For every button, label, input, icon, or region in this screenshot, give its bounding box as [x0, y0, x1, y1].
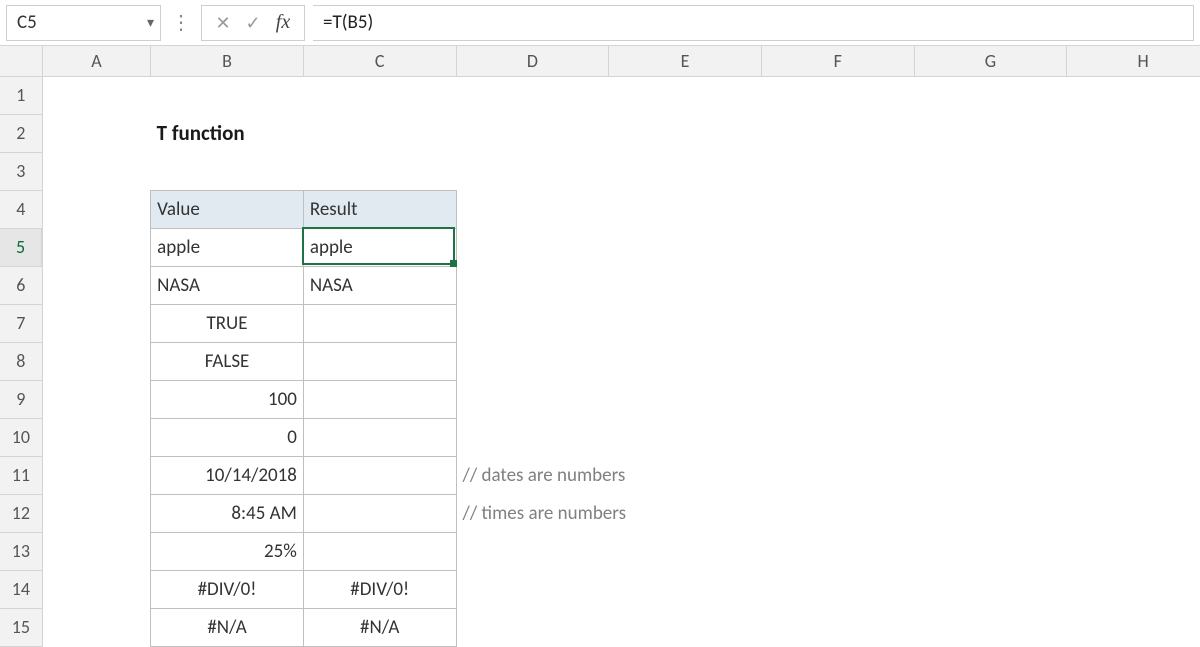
cell-C6[interactable]: NASA [303, 266, 456, 304]
fx-icon[interactable]: fx [270, 10, 296, 36]
cell-C5[interactable]: apple [303, 228, 456, 266]
row-header-3[interactable]: 3 [0, 152, 42, 190]
note-times: // times are numbers [456, 494, 914, 532]
row-10: 10 0 [0, 418, 1200, 456]
table-header-value[interactable]: Value [151, 190, 304, 228]
formula-controls: ✕ ✓ fx [201, 5, 305, 41]
cell-C10[interactable] [303, 418, 456, 456]
column-headers-row: A B C D E F G H [0, 46, 1200, 76]
formula-text: =T(B5) [323, 11, 373, 34]
enter-icon[interactable]: ✓ [240, 10, 266, 36]
row-header-4[interactable]: 4 [0, 190, 42, 228]
row-header-14[interactable]: 14 [0, 570, 42, 608]
col-header-C[interactable]: C [303, 46, 456, 76]
page-title: T function [151, 114, 456, 152]
cell-C13[interactable] [303, 532, 456, 570]
row-13: 13 25% [0, 532, 1200, 570]
cell-C9[interactable] [303, 380, 456, 418]
row-15: 15 #N/A #N/A [0, 608, 1200, 646]
row-header-11[interactable]: 11 [0, 456, 42, 494]
cell-B9[interactable]: 100 [151, 380, 304, 418]
row-header-6[interactable]: 6 [0, 266, 42, 304]
row-6: 6 NASA NASA [0, 266, 1200, 304]
cell-C15[interactable]: #N/A [303, 608, 456, 646]
cell-B7[interactable]: TRUE [151, 304, 304, 342]
col-header-E[interactable]: E [609, 46, 762, 76]
row-header-13[interactable]: 13 [0, 532, 42, 570]
row-header-5[interactable]: 5 [0, 228, 42, 266]
spreadsheet-grid[interactable]: A B C D E F G H 1 2 T function 3 [0, 46, 1200, 647]
col-header-D[interactable]: D [456, 46, 609, 76]
col-header-H[interactable]: H [1067, 46, 1200, 76]
sheet-table: A B C D E F G H 1 2 T function 3 [0, 46, 1200, 647]
col-header-F[interactable]: F [761, 46, 914, 76]
row-header-10[interactable]: 10 [0, 418, 42, 456]
col-header-B[interactable]: B [151, 46, 304, 76]
chevron-down-icon[interactable]: ▾ [147, 14, 154, 31]
row-7: 7 TRUE [0, 304, 1200, 342]
cell-B15[interactable]: #N/A [151, 608, 304, 646]
cell-B10[interactable]: 0 [151, 418, 304, 456]
cell-B8[interactable]: FALSE [151, 342, 304, 380]
row-5: 5 apple apple [0, 228, 1200, 266]
row-1: 1 [0, 76, 1200, 114]
row-14: 14 #DIV/0! #DIV/0! [0, 570, 1200, 608]
row-header-8[interactable]: 8 [0, 342, 42, 380]
cell-B6[interactable]: NASA [151, 266, 304, 304]
row-9: 9 100 [0, 380, 1200, 418]
separator-dots-icon: ⋮ [169, 10, 193, 35]
cell-B11[interactable]: 10/14/2018 [151, 456, 304, 494]
row-header-7[interactable]: 7 [0, 304, 42, 342]
row-header-1[interactable]: 1 [0, 76, 42, 114]
cell-C11[interactable] [303, 456, 456, 494]
formula-bar: C5 ▾ ⋮ ✕ ✓ fx =T(B5) [0, 0, 1200, 46]
row-4: 4 Value Result [0, 190, 1200, 228]
note-dates: // dates are numbers [456, 456, 914, 494]
row-header-2[interactable]: 2 [0, 114, 42, 152]
row-2: 2 T function [0, 114, 1200, 152]
col-header-G[interactable]: G [914, 46, 1067, 76]
row-3: 3 [0, 152, 1200, 190]
cell-B14[interactable]: #DIV/0! [151, 570, 304, 608]
row-11: 11 10/14/2018 // dates are numbers [0, 456, 1200, 494]
row-12: 12 8:45 AM // times are numbers [0, 494, 1200, 532]
cell-C14[interactable]: #DIV/0! [303, 570, 456, 608]
cell-C7[interactable] [303, 304, 456, 342]
name-box-value: C5 [17, 11, 37, 34]
table-header-result[interactable]: Result [303, 190, 456, 228]
col-header-A[interactable]: A [42, 46, 150, 76]
cancel-icon[interactable]: ✕ [210, 10, 236, 36]
name-box[interactable]: C5 ▾ [6, 5, 161, 41]
select-all-corner[interactable] [0, 46, 42, 76]
row-header-15[interactable]: 15 [0, 608, 42, 646]
formula-input[interactable]: =T(B5) [313, 5, 1194, 41]
cell-B5[interactable]: apple [151, 228, 304, 266]
cell-C8[interactable] [303, 342, 456, 380]
row-8: 8 FALSE [0, 342, 1200, 380]
cell-B13[interactable]: 25% [151, 532, 304, 570]
cell-C12[interactable] [303, 494, 456, 532]
row-header-9[interactable]: 9 [0, 380, 42, 418]
row-header-12[interactable]: 12 [0, 494, 42, 532]
cell-B12[interactable]: 8:45 AM [151, 494, 304, 532]
